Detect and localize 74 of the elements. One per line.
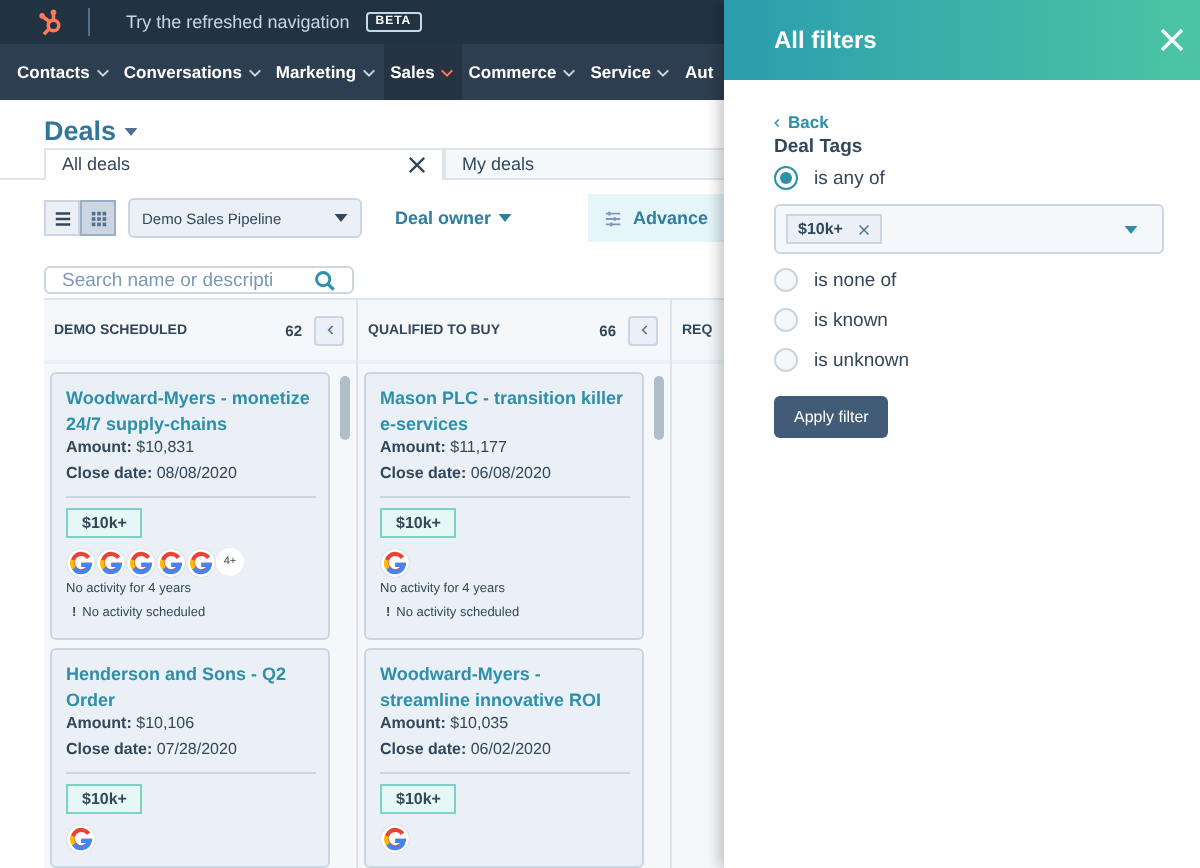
caret-icon — [1124, 225, 1138, 233]
radio-option[interactable]: is none of — [774, 260, 1164, 300]
view-tab[interactable]: All deals — [44, 147, 444, 181]
caret-icon — [95, 67, 110, 77]
avatar-icon — [96, 547, 126, 577]
nav-item[interactable]: Marketing — [268, 44, 384, 100]
nav-item[interactable]: Service — [583, 44, 678, 100]
grid-icon — [89, 209, 107, 228]
panel-title: All filters — [774, 26, 877, 54]
caret-icon — [124, 127, 139, 136]
logo-icon[interactable] — [36, 8, 64, 36]
collapse-button[interactable] — [628, 315, 658, 345]
avatar-icon — [126, 547, 156, 577]
nav-item[interactable]: Contacts — [10, 44, 117, 100]
scrollbar[interactable] — [654, 376, 664, 440]
nav-item[interactable]: Conversations — [116, 44, 269, 100]
deal-close-date: Close date: 06/02/2020 — [380, 737, 553, 761]
deal-card[interactable]: Woodward-Myers - streamline innovative ROI Amount: $10,035 Close date: 06/02/2020 $10k+ — [364, 648, 645, 868]
scrollbar[interactable] — [340, 376, 350, 440]
remove-icon[interactable] — [858, 223, 871, 235]
tag-select[interactable]: $10k+ — [774, 204, 1164, 254]
deal-tag: $10k+ — [380, 784, 457, 814]
caret-icon — [498, 214, 513, 223]
deal-amount: Amount: $10,035 — [380, 712, 511, 736]
deal-close-date: Close date: 08/08/2020 — [66, 461, 239, 485]
page-title[interactable]: Deals — [44, 116, 117, 147]
tag-chip: $10k+ — [786, 214, 883, 244]
radio-option[interactable]: is known — [774, 300, 1164, 340]
caret-icon — [656, 67, 671, 77]
close-icon[interactable] — [408, 155, 426, 174]
radio-button[interactable] — [774, 166, 798, 190]
view-tab[interactable]: My deals — [444, 147, 724, 179]
deal-owner-filter[interactable]: Deal owner — [394, 208, 513, 229]
deal-amount: Amount: $11,177 — [380, 436, 509, 460]
list-icon — [53, 209, 71, 228]
board-view-button[interactable] — [80, 200, 116, 237]
deal-tag: $10k+ — [380, 508, 457, 538]
deal-card[interactable]: Henderson and Sons - Q2 Order Amount: $10,106 Close date: 07/28/2020 $10k+ — [50, 648, 331, 868]
caret-icon — [440, 67, 455, 77]
caret-icon — [562, 67, 577, 77]
avatar-icon — [186, 547, 216, 577]
avatar-icon — [380, 547, 410, 577]
radio-option[interactable]: is any of — [774, 158, 1164, 198]
nav-item[interactable]: Sales — [383, 44, 462, 100]
apply-filter-button[interactable]: Apply filter — [774, 396, 889, 438]
deal-amount: Amount: $10,106 — [66, 712, 197, 736]
sliders-icon — [604, 209, 623, 228]
avatar-icon — [66, 547, 96, 577]
refresh-nav-link[interactable]: Try the refreshed navigation — [126, 12, 350, 32]
close-button[interactable] — [1156, 24, 1188, 56]
deal-tag: $10k+ — [66, 784, 143, 814]
nav-item[interactable]: Aut — [677, 44, 721, 100]
deal-tag: $10k+ — [66, 508, 143, 538]
deal-amount: Amount: $10,831 — [66, 436, 197, 460]
caret-icon — [362, 67, 377, 77]
nav-item[interactable]: Commerce — [461, 44, 584, 100]
advanced-filters-button[interactable]: Advance — [588, 194, 724, 243]
avatar-icon — [66, 823, 96, 853]
filter-heading: Deal Tags — [774, 136, 865, 158]
chevron-left-icon — [774, 117, 780, 127]
caret-icon — [334, 214, 349, 223]
chevron-left-icon — [639, 324, 647, 336]
chevron-left-icon — [325, 324, 333, 336]
deal-close-date: Close date: 07/28/2020 — [66, 737, 239, 761]
avatar-icon — [380, 823, 410, 853]
back-link[interactable]: Back — [774, 112, 829, 132]
caret-icon — [247, 67, 262, 77]
avatar-icon — [156, 547, 186, 577]
list-view-button[interactable] — [44, 200, 80, 237]
search-field[interactable]: Search name or descripti — [44, 266, 354, 294]
search-icon[interactable] — [314, 269, 336, 292]
deal-close-date: Close date: 06/08/2020 — [380, 461, 553, 485]
radio-option[interactable]: is unknown — [774, 340, 1164, 380]
collapse-button[interactable] — [314, 315, 344, 345]
